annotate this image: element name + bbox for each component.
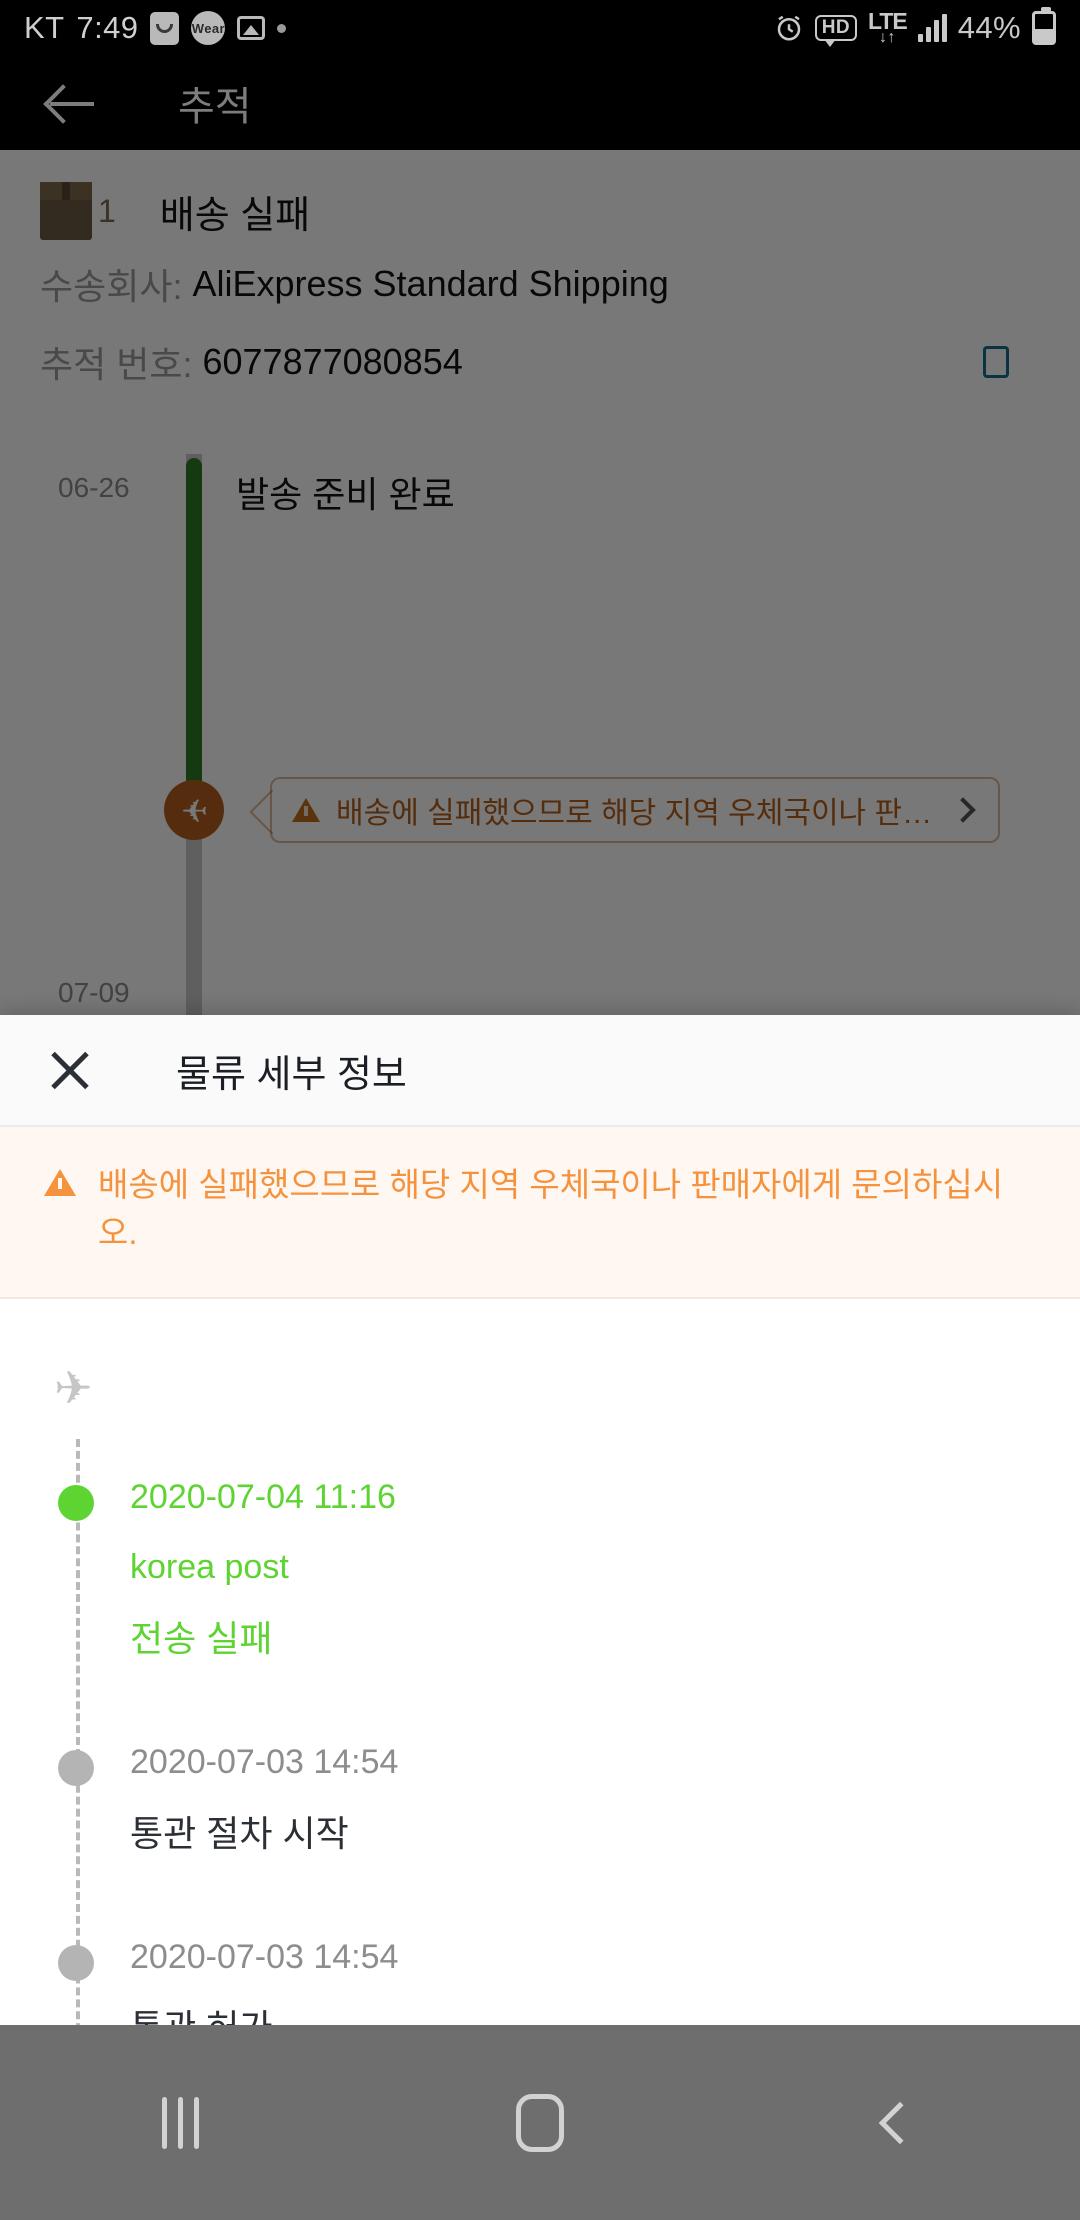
close-icon[interactable] — [46, 1046, 94, 1094]
lte-arrows-icon: ↓↑ — [878, 28, 896, 46]
event-timestamp: 2020-07-03 14:54 — [130, 1743, 399, 1782]
sheet-warning-text: 배송에 실패했으므로 해당 지역 우체국이나 판매자에게 문의하십시오. — [98, 1166, 1004, 1251]
package-header: 1 배송 실패 — [0, 150, 1080, 240]
sheet-title: 물류 세부 정보 — [176, 1053, 407, 1096]
package-count-label: 1 — [98, 192, 116, 229]
recents-icon — [161, 2096, 199, 2149]
event-timestamp: 2020-07-04 11:16 — [130, 1477, 396, 1516]
back-arrow-icon[interactable] — [46, 77, 98, 129]
timeline-date-1: 07-09 — [58, 977, 130, 1008]
delivery-failed-chip-label: 배송에 실패했으므로 해당 지역 우체국이나 판매... — [336, 797, 938, 830]
dot-icon — [277, 23, 287, 33]
timeline-label-0: 발송 준비 완료 — [236, 474, 455, 515]
package-status-label: 배송 실패 — [159, 194, 311, 237]
event-description: 통관 절차 시작 — [130, 1812, 349, 1854]
background-timeline: 06-26 발송 준비 완료 ✈ 배송에 실패했으므로 해당 지역 우체국이나 … — [0, 432, 1080, 1072]
warning-triangle-icon — [44, 1169, 76, 1196]
event-list: ✈ 2020-07-04 11:16 korea post 전송 실패 2020… — [0, 1299, 1080, 2025]
event-dot — [58, 1750, 94, 1787]
tracking-key-label: 추적 번호: — [40, 344, 193, 385]
event-dot — [58, 1944, 94, 1981]
battery-percent-label: 44% — [957, 10, 1021, 45]
status-bar-right: HD LTE ↓↑ 44% — [774, 7, 1056, 47]
timeline-rail-active — [186, 458, 202, 818]
home-icon — [516, 2093, 564, 2152]
phone-screen: KT 7:49 Wear HD LTE ↓↑ 44% 추적 1 배송 실패 수송… — [0, 0, 1080, 2220]
wear-icon-label: Wear — [191, 20, 225, 36]
back-icon — [878, 2101, 922, 2144]
delivery-failed-chip[interactable]: 배송에 실패했으므로 해당 지역 우체국이나 판매... — [270, 777, 1000, 843]
page-title: 추적 — [178, 85, 252, 129]
hd-call-icon: HD — [814, 15, 858, 47]
event-carrier: korea post — [130, 1548, 289, 1587]
nav-home-button[interactable] — [360, 2025, 720, 2220]
plane-glyph-icon: ✈ — [180, 792, 208, 828]
tracking-row: 추적 번호: 6077877080854 — [0, 310, 1080, 398]
status-bar-left: KT 7:49 Wear — [24, 10, 287, 46]
plane-icon: ✈ — [54, 1361, 93, 1414]
list-item[interactable]: 2020-07-04 11:16 korea post 전송 실패 — [0, 1471, 1080, 1666]
plane-marker-icon: ✈ — [164, 780, 224, 840]
event-dot — [58, 1484, 94, 1521]
event-description: 통관 허가 — [130, 2001, 1080, 2025]
package-box-icon — [40, 182, 92, 240]
chevron-right-icon — [950, 797, 976, 823]
sheet-header: 물류 세부 정보 — [0, 1015, 1080, 1127]
gallery-icon — [237, 16, 266, 40]
nav-recents-button[interactable] — [0, 2025, 360, 2220]
tracking-value-label: 6077877080854 — [202, 341, 463, 382]
event-timestamp: 2020-07-03 14:54 — [130, 1937, 399, 1976]
wear-icon: Wear — [191, 11, 226, 45]
clock-label: 7:49 — [76, 10, 139, 45]
status-bar: KT 7:49 Wear HD LTE ↓↑ 44% — [0, 0, 1080, 56]
system-nav-bar — [0, 2025, 1080, 2220]
logistics-detail-sheet: 물류 세부 정보 배송에 실패했으므로 해당 지역 우체국이나 판매자에게 문의… — [0, 1015, 1080, 2025]
lte-plus-icon: LTE ↓↑ — [868, 10, 908, 46]
list-item[interactable]: 2020-07-03 14:54 통관 허가 — [0, 1931, 1080, 2025]
sheet-warning-banner: 배송에 실패했으므로 해당 지역 우체국이나 판매자에게 문의하십시오. — [0, 1127, 1080, 1299]
copy-icon — [977, 341, 1009, 378]
signal-bars-icon — [917, 14, 947, 42]
carrier-value-label: AliExpress Standard Shipping — [192, 263, 669, 304]
copy-tracking-button[interactable] — [960, 326, 1032, 398]
list-item[interactable]: 2020-07-03 14:54 통관 절차 시작 — [0, 1736, 1080, 1861]
timeline-date-0: 06-26 — [58, 472, 130, 503]
app-bar: 추적 — [0, 56, 1080, 150]
warning-triangle-icon — [292, 798, 320, 822]
event-description: 전송 실패 — [130, 1618, 273, 1660]
battery-icon — [1032, 7, 1056, 45]
carrier-key-label: 수송회사: — [40, 266, 183, 307]
app-badge-icon — [150, 11, 180, 45]
alarm-icon — [774, 13, 804, 43]
nav-back-button[interactable] — [720, 2025, 1080, 2220]
carrier-row: 수송회사: AliExpress Standard Shipping — [0, 240, 1080, 310]
carrier-label: KT — [24, 10, 65, 45]
